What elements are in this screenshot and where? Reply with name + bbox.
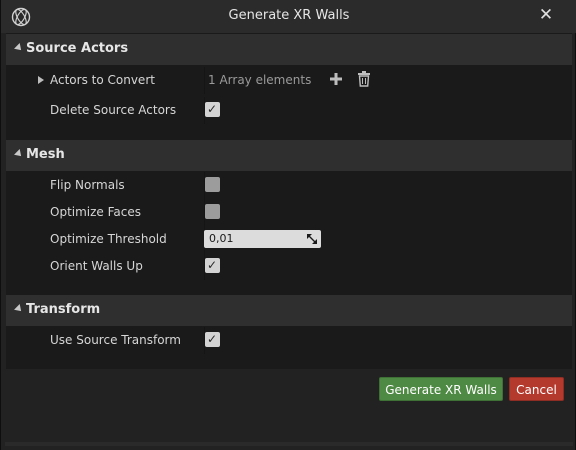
property-row-optimize-threshold: Optimize Threshold 0,01 — [6, 226, 572, 253]
category-transform[interactable]: Transform — [6, 295, 572, 326]
threshold-value: 0,01 — [209, 232, 234, 245]
plus-icon[interactable] — [329, 72, 343, 86]
orient-walls-up-checkbox[interactable]: ✓ — [205, 258, 220, 273]
property-row-actors-to-convert: Actors to Convert 1 Array elements — [6, 67, 572, 94]
checkmark-icon: ✓ — [207, 102, 218, 116]
property-row-flip-normals: Flip Normals — [6, 172, 572, 199]
dialog-title: Generate XR Walls — [228, 8, 350, 23]
use-source-transform-checkbox[interactable]: ✓ — [205, 332, 220, 347]
column-divider[interactable] — [204, 67, 205, 94]
close-button[interactable]: ✕ — [535, 4, 557, 26]
category-label: Source Actors — [26, 41, 129, 56]
collapse-arrow-icon — [14, 43, 24, 53]
property-label: Flip Normals — [50, 178, 125, 192]
generate-xr-walls-dialog: Generate XR Walls ✕ Source Actors Actors… — [0, 0, 576, 450]
category-label: Transform — [26, 302, 101, 317]
title-bar[interactable]: Generate XR Walls ✕ — [1, 0, 576, 33]
property-label: Delete Source Actors — [50, 103, 177, 117]
generate-xr-walls-button[interactable]: Generate XR Walls — [379, 377, 503, 401]
property-label: Use Source Transform — [50, 333, 181, 347]
optimize-threshold-input[interactable]: 0,01 — [204, 230, 321, 248]
window-bottom-edge — [5, 442, 573, 446]
collapse-arrow-icon — [14, 304, 24, 314]
property-row-use-source-transform: Use Source Transform ✓ — [6, 327, 572, 354]
delete-source-actors-checkbox[interactable]: ✓ — [205, 102, 220, 117]
category-source-actors[interactable]: Source Actors — [6, 34, 572, 65]
flip-normals-checkbox[interactable] — [205, 177, 220, 192]
property-label: Actors to Convert — [50, 73, 155, 87]
collapse-arrow-icon — [14, 149, 24, 159]
array-count-text: 1 Array elements — [208, 73, 312, 87]
property-row-delete-source-actors: Delete Source Actors ✓ — [6, 97, 572, 124]
property-label: Orient Walls Up — [50, 259, 143, 273]
trash-icon[interactable] — [357, 71, 371, 87]
property-label: Optimize Threshold — [50, 232, 167, 246]
property-label: Optimize Faces — [50, 205, 142, 219]
drag-resize-icon[interactable] — [307, 234, 317, 244]
category-label: Mesh — [26, 147, 65, 162]
property-row-orient-walls-up: Orient Walls Up ✓ — [6, 253, 572, 280]
category-mesh[interactable]: Mesh — [6, 140, 572, 171]
cancel-button[interactable]: Cancel — [509, 377, 564, 401]
property-row-optimize-faces: Optimize Faces — [6, 199, 572, 226]
close-icon: ✕ — [538, 5, 554, 25]
checkmark-icon: ✓ — [207, 332, 218, 346]
optimize-faces-checkbox[interactable] — [205, 204, 220, 219]
expand-arrow-icon[interactable] — [38, 76, 44, 84]
checkmark-icon: ✓ — [207, 258, 218, 272]
